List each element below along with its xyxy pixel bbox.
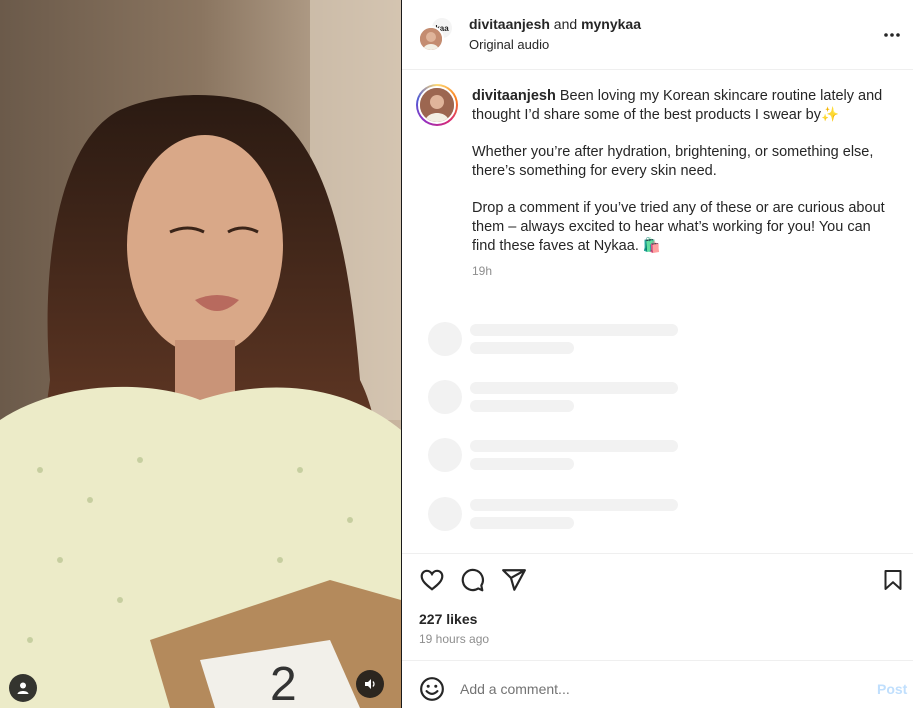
user-silhouette-icon xyxy=(17,682,29,694)
comment-input[interactable] xyxy=(460,678,840,700)
comment-skeleton xyxy=(428,380,688,420)
reel-video[interactable]: 2 xyxy=(0,0,401,708)
caption-avatar-image xyxy=(420,88,454,122)
post-authors: divitaanjesh and mynykaa xyxy=(469,16,641,32)
paper-plane-icon[interactable] xyxy=(501,567,527,593)
likes-count[interactable]: 227 likes xyxy=(419,611,477,627)
audio-toggle-button[interactable] xyxy=(356,670,384,698)
heart-icon[interactable] xyxy=(419,567,445,593)
comment-divider xyxy=(402,660,913,661)
comment-skeleton xyxy=(428,322,688,362)
post-header: kaa divitaanjesh and mynykaa Original au… xyxy=(402,0,913,70)
speaker-icon xyxy=(365,679,375,689)
more-horizontal-icon xyxy=(884,33,900,37)
smiley-icon[interactable] xyxy=(419,676,445,702)
caption-timestamp[interactable]: 19h xyxy=(472,264,492,278)
authors-connector: and xyxy=(549,16,582,32)
author-avatar[interactable] xyxy=(418,26,444,52)
comment-skeleton xyxy=(428,497,688,537)
bookmark-icon[interactable] xyxy=(881,567,905,593)
video-frame-illustration: 2 xyxy=(0,0,401,708)
author-avatar-image xyxy=(420,28,442,50)
tagged-users-button[interactable] xyxy=(9,674,37,702)
post-viewer: 2 kaa divitaanjesh and mynykaa Original … xyxy=(0,0,913,708)
post-comment-button[interactable]: Post xyxy=(877,681,907,697)
post-caption: divitaanjesh Been loving my Korean skinc… xyxy=(472,87,892,274)
svg-text:2: 2 xyxy=(270,658,297,708)
posted-time[interactable]: 19 hours ago xyxy=(419,632,489,646)
post-details-panel: kaa divitaanjesh and mynykaa Original au… xyxy=(402,0,913,708)
comment-bubble-icon[interactable] xyxy=(459,567,485,593)
author-username-link[interactable]: divitaanjesh xyxy=(469,16,550,32)
actions-divider xyxy=(402,553,913,554)
caption-line-3: Drop a comment if you’ve tried any of th… xyxy=(472,200,885,254)
more-options-button[interactable] xyxy=(883,22,901,42)
caption-username-link[interactable]: divitaanjesh xyxy=(472,88,556,104)
caption-line-2: Whether you’re after hydration, brighten… xyxy=(472,144,874,179)
collaborator-username-link[interactable]: mynykaa xyxy=(581,16,641,32)
audio-link[interactable]: Original audio xyxy=(469,37,549,52)
caption-avatar[interactable] xyxy=(416,84,458,126)
collab-avatars[interactable]: kaa xyxy=(418,16,454,52)
comment-skeleton xyxy=(428,438,688,478)
